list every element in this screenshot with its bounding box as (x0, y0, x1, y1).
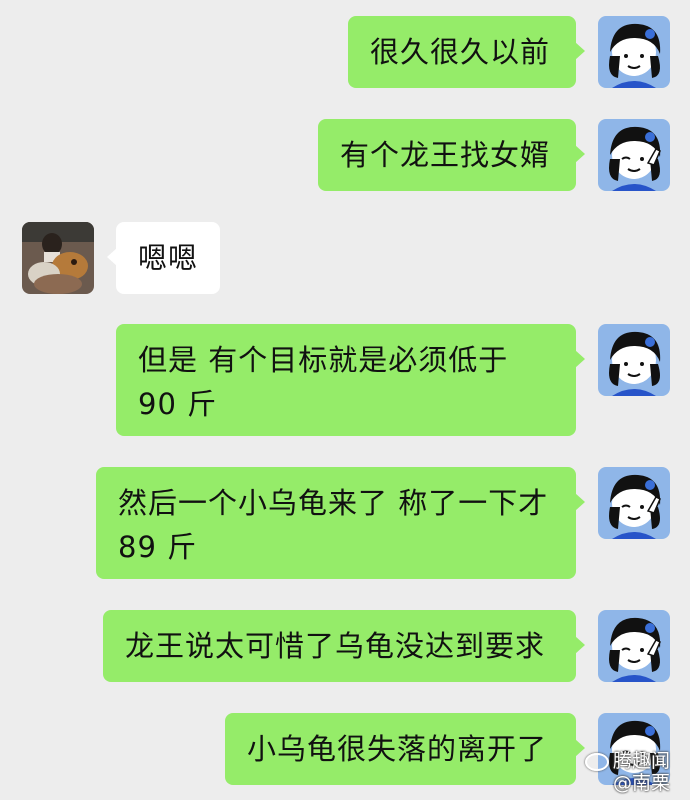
message-text: 嗯嗯 (138, 241, 199, 275)
girl-avatar-icon (598, 610, 670, 682)
message-text: 但是 有个目标就是必须低于 90 斤 (138, 343, 509, 421)
message-bubble[interactable]: 很久很久以前 (348, 16, 585, 88)
message-bubble[interactable]: 龙王说太可惜了乌龟没达到要求 (103, 610, 585, 682)
watermark-line2: @南栗 (612, 772, 670, 794)
message-text: 有个龙王找女婿 (340, 138, 551, 172)
avatar[interactable] (598, 467, 670, 539)
message-text: 很久很久以前 (370, 35, 551, 69)
girl-avatar-icon (598, 467, 670, 539)
watermark-line1: 腾趣闻 (612, 750, 670, 772)
avatar[interactable] (598, 16, 670, 88)
message-text: 然后一个小乌龟来了 称了一下才 89 斤 (118, 486, 549, 564)
avatar[interactable] (598, 119, 670, 191)
avatar[interactable] (598, 324, 670, 396)
avatar[interactable] (598, 610, 670, 682)
girl-avatar-icon (598, 119, 670, 191)
photo-avatar-icon (22, 222, 94, 294)
message-bubble[interactable]: 有个龙王找女婿 (318, 119, 585, 191)
weibo-icon (584, 752, 609, 771)
girl-avatar-icon (598, 16, 670, 88)
watermark: 腾趣闻 @南栗 (584, 750, 670, 794)
message-bubble[interactable]: 嗯嗯 (107, 222, 220, 294)
message-bubble[interactable]: 但是 有个目标就是必须低于 90 斤 (116, 324, 585, 436)
message-bubble[interactable]: 然后一个小乌龟来了 称了一下才 89 斤 (96, 467, 585, 579)
message-bubble[interactable]: 小乌龟很失落的离开了 (225, 713, 585, 785)
message-text: 小乌龟很失落的离开了 (247, 732, 548, 766)
avatar[interactable] (22, 222, 94, 294)
message-text: 龙王说太可惜了乌龟没达到要求 (125, 629, 546, 663)
girl-avatar-icon (598, 324, 670, 396)
